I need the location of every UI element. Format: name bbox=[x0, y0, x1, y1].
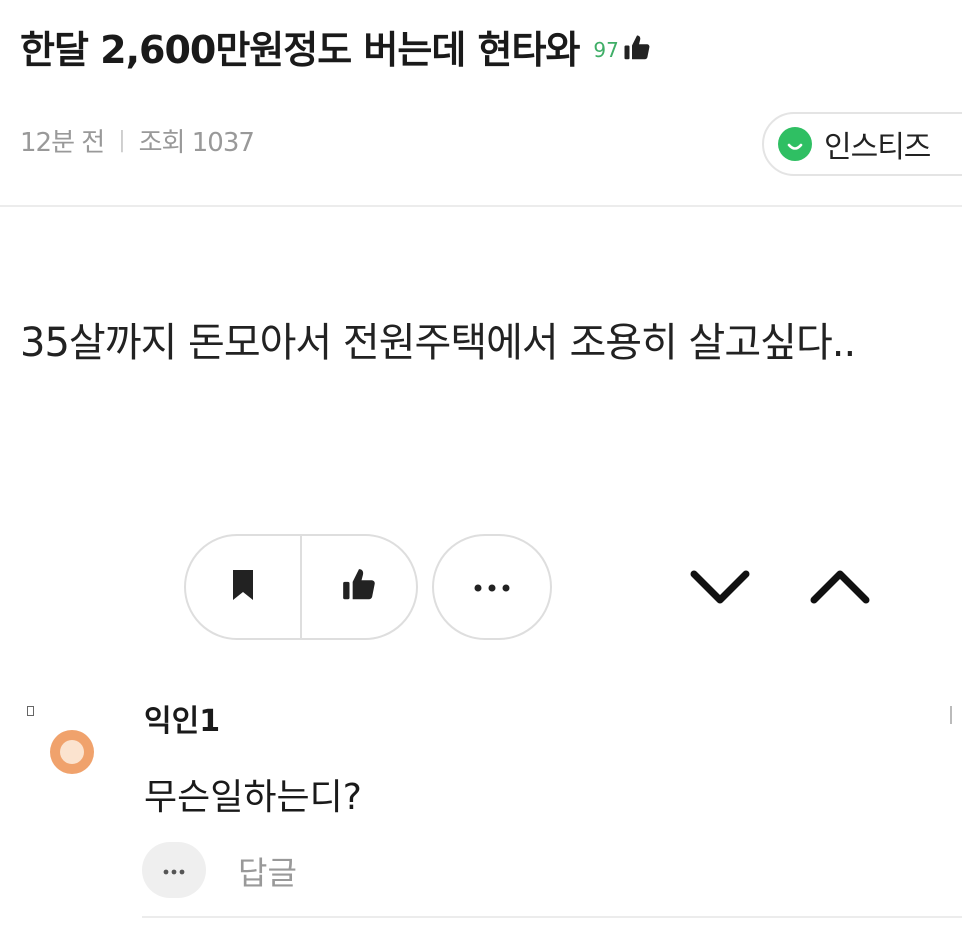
post-title-row: 한달 2,600만원정도 버는데 현타와 97 bbox=[20, 16, 652, 76]
header-divider bbox=[0, 205, 962, 207]
comment-more-button[interactable] bbox=[142, 842, 206, 898]
comment-marker bbox=[27, 706, 34, 716]
chevron-down-icon bbox=[688, 570, 752, 612]
next-post-button[interactable] bbox=[688, 566, 752, 612]
bookmark-button[interactable] bbox=[186, 536, 300, 638]
post-views: 조회 1037 bbox=[138, 127, 255, 158]
more-dots-icon bbox=[162, 861, 186, 880]
thumbs-up-icon bbox=[622, 33, 652, 63]
comment-divider bbox=[142, 916, 962, 918]
post-time: 12분 전 bbox=[20, 127, 105, 158]
bookmark-icon bbox=[230, 568, 256, 606]
more-options-button[interactable] bbox=[432, 534, 552, 640]
post-actions bbox=[184, 534, 418, 640]
post-body: 35살까지 돈모아서 전원주택에서 조용히 살고싶다.. bbox=[20, 320, 856, 366]
reply-button[interactable]: 답글 bbox=[238, 848, 297, 894]
like-count: 97 bbox=[593, 38, 619, 62]
smile-icon bbox=[778, 127, 812, 161]
more-dots-icon bbox=[472, 578, 512, 597]
post-meta: 12분 전 | 조회 1037 bbox=[20, 120, 255, 160]
like-button[interactable] bbox=[300, 536, 416, 638]
previous-post-button[interactable] bbox=[808, 566, 872, 612]
author-badge[interactable]: 인스티즈 bbox=[762, 112, 962, 176]
post-title: 한달 2,600만원정도 버는데 현타와 bbox=[20, 27, 580, 72]
scrollbar-edge bbox=[950, 706, 962, 724]
chevron-up-icon bbox=[808, 570, 872, 612]
thumbs-up-icon bbox=[340, 566, 378, 608]
comment-text: 무슨일하는디? bbox=[144, 777, 362, 818]
avatar bbox=[50, 730, 94, 774]
author-name: 인스티즈 bbox=[824, 130, 931, 165]
comment-author: 익인1 bbox=[144, 704, 221, 739]
meta-separator: | bbox=[118, 127, 125, 153]
